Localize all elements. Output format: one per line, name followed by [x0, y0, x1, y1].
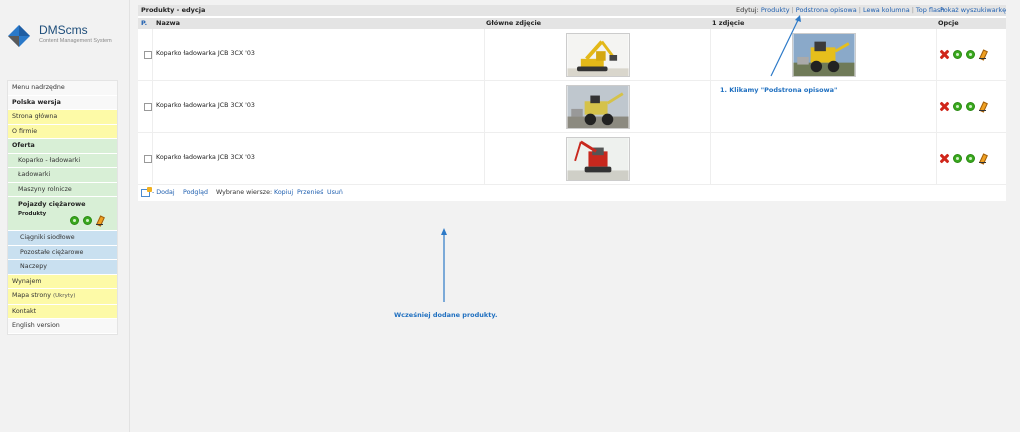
- delete-icon[interactable]: [940, 102, 949, 111]
- annotation-earlier-products: Wcześniej dodane produkty.: [394, 311, 498, 319]
- sidebar-item-label: Strona główna: [12, 113, 58, 120]
- sidebar-item-label: O firmie: [12, 127, 38, 135]
- edit-link-lewa-kolumna[interactable]: Lewa kolumna: [863, 6, 910, 14]
- sidebar-item-label: English version: [12, 322, 60, 329]
- edit-links: Edytuj: Produkty | Podstrona opisowa | Lewa …: [736, 6, 945, 14]
- sidebar-item-note: (Ukryty): [52, 293, 76, 299]
- preview-link[interactable]: Podgląd: [183, 185, 208, 201]
- table-row: Koparko ładowarka JCB 3CX '03: [138, 81, 1006, 133]
- table-row: Koparko ładowarka JCB 3CX '03: [138, 133, 1006, 185]
- sidebar-item-label: Maszyny rolnicze: [18, 185, 72, 193]
- sidebar-item-pojazdy-ciezarowe[interactable]: Pojazdy ciężarowe Produkty: [8, 197, 117, 231]
- main-image-thumbnail[interactable]: [566, 137, 630, 181]
- row-checkbox[interactable]: [144, 155, 152, 163]
- sidebar-item[interactable]: Mapa strony (Ukryty): [8, 289, 117, 305]
- brand-tagline: Content Management System: [39, 38, 112, 44]
- sidebar-item-label: Menu nadrzędne: [12, 84, 65, 91]
- move-down-icon[interactable]: [966, 102, 975, 111]
- sidebar-item[interactable]: Oferta: [8, 139, 117, 154]
- sidebar-item[interactable]: Ładowarki: [8, 168, 117, 183]
- move-down-icon[interactable]: [966, 50, 975, 59]
- sidebar-item-label: Naczepy: [20, 263, 47, 270]
- table-header: P. Nazwa Główne zdjęcie 1 zdjęcie Opcje: [138, 18, 1006, 29]
- sidebar-item-label: Oferta: [12, 142, 35, 149]
- sidebar-item-label: Pozostałe ciężarowe: [20, 248, 84, 256]
- annotation-step1: 1. Klikamy "Podstrona opisowa": [720, 86, 838, 94]
- sidebar-item[interactable]: Naczepy: [8, 260, 117, 275]
- row-options: [940, 154, 986, 163]
- sidebar-item-label: Ciągniki siodłowe: [20, 234, 75, 241]
- col-main-image: Główne zdjęcie: [486, 19, 542, 27]
- table-row: Koparko ładowarka JCB 3CX '03: [138, 29, 1006, 81]
- sidebar-item[interactable]: Koparko - ładowarki: [8, 153, 117, 168]
- add-page-icon[interactable]: [141, 187, 152, 197]
- edit-link-podstrona-opisowa[interactable]: Podstrona opisowa: [796, 6, 857, 14]
- edit-pencil-icon[interactable]: [96, 216, 103, 225]
- product-name: Koparko ładowarka JCB 3CX '03: [156, 102, 255, 109]
- main-image-thumbnail[interactable]: [566, 85, 630, 129]
- sidebar-item[interactable]: Kontakt: [8, 304, 117, 319]
- show-search-link[interactable]: Pokaż wyszukiwarkę: [940, 5, 1006, 16]
- dms-logo-icon: [8, 25, 30, 47]
- col-name: Nazwa: [156, 19, 181, 27]
- arrow-head-products: [441, 228, 447, 235]
- edit-pencil-icon[interactable]: [979, 154, 986, 163]
- product-name: Koparko ładowarka JCB 3CX '03: [156, 50, 255, 57]
- first-image-thumbnail[interactable]: [792, 33, 856, 77]
- sidebar-item-label: Koparko - ładowarki: [18, 156, 81, 164]
- sidebar-item-label: Ładowarki: [18, 171, 51, 178]
- move-up-icon[interactable]: [953, 154, 962, 163]
- delete-icon[interactable]: [940, 154, 949, 163]
- sidebar-item[interactable]: English version: [8, 319, 117, 334]
- logo[interactable]: DMScms Content Management System: [6, 18, 126, 48]
- sidebar-item[interactable]: Wynajem: [8, 274, 117, 289]
- sidebar-selected-label: Pojazdy ciężarowe: [18, 200, 86, 208]
- row-checkbox[interactable]: [144, 103, 152, 111]
- sidebar: DMScms Content Management System Menu na…: [0, 0, 130, 432]
- sidebar-item[interactable]: Pozostałe ciężarowe: [8, 245, 117, 260]
- table-footer: - Dodaj Podgląd Wybrane wiersze: Kopiuj …: [138, 185, 1006, 201]
- product-name: Koparko ładowarka JCB 3CX '03: [156, 154, 255, 161]
- move-down-icon[interactable]: [83, 216, 92, 225]
- sidebar-item[interactable]: Menu nadrzędne: [8, 81, 117, 96]
- sidebar-item[interactable]: Polska wersja: [8, 95, 117, 110]
- sidebar-item-label: Wynajem: [12, 277, 42, 285]
- delete-icon[interactable]: [940, 50, 949, 59]
- move-down-icon[interactable]: [966, 154, 975, 163]
- sidebar-menu: Menu nadrzędne Polska wersja Strona główna…: [7, 80, 118, 335]
- row-options: [940, 102, 986, 111]
- sidebar-item-label: Polska wersja: [12, 98, 61, 106]
- edit-link-produkty[interactable]: Produkty: [761, 6, 790, 14]
- move-up-icon[interactable]: [953, 50, 962, 59]
- delete-link[interactable]: Usuń: [327, 185, 343, 201]
- edit-pencil-icon[interactable]: [979, 102, 986, 111]
- add-link[interactable]: - Dodaj: [152, 185, 175, 201]
- move-up-icon[interactable]: [953, 102, 962, 111]
- edit-label: Edytuj:: [736, 6, 759, 14]
- row-options: [940, 50, 986, 59]
- sidebar-item[interactable]: O firmie: [8, 124, 117, 139]
- col-first-image: 1 zdjęcie: [712, 19, 745, 27]
- main-image-thumbnail[interactable]: [566, 33, 630, 77]
- page-title: Produkty - edycja: [141, 6, 206, 14]
- sidebar-item[interactable]: Ciągniki siodłowe: [8, 231, 117, 246]
- sidebar-item-label: Mapa strony: [12, 292, 51, 299]
- sidebar-item[interactable]: Maszyny rolnicze: [8, 182, 117, 197]
- main-panel: Produkty - edycja Edytuj: Produkty | Podst…: [138, 5, 1006, 201]
- panel-titlebar: Produkty - edycja Edytuj: Produkty | Podst…: [138, 5, 1006, 16]
- col-p[interactable]: P.: [141, 18, 147, 29]
- sidebar-item-label: Kontakt: [12, 307, 37, 315]
- edit-pencil-icon[interactable]: [979, 50, 986, 59]
- sidebar-item[interactable]: Strona główna: [8, 110, 117, 125]
- brand-name: DMScms: [39, 23, 88, 37]
- copy-link[interactable]: Kopiuj: [274, 185, 293, 201]
- col-options: Opcje: [938, 19, 959, 27]
- row-checkbox[interactable]: [144, 51, 152, 59]
- move-up-icon[interactable]: [70, 216, 79, 225]
- move-link[interactable]: Przenieś: [297, 185, 323, 201]
- selected-rows-label: Wybrane wiersze:: [216, 189, 273, 196]
